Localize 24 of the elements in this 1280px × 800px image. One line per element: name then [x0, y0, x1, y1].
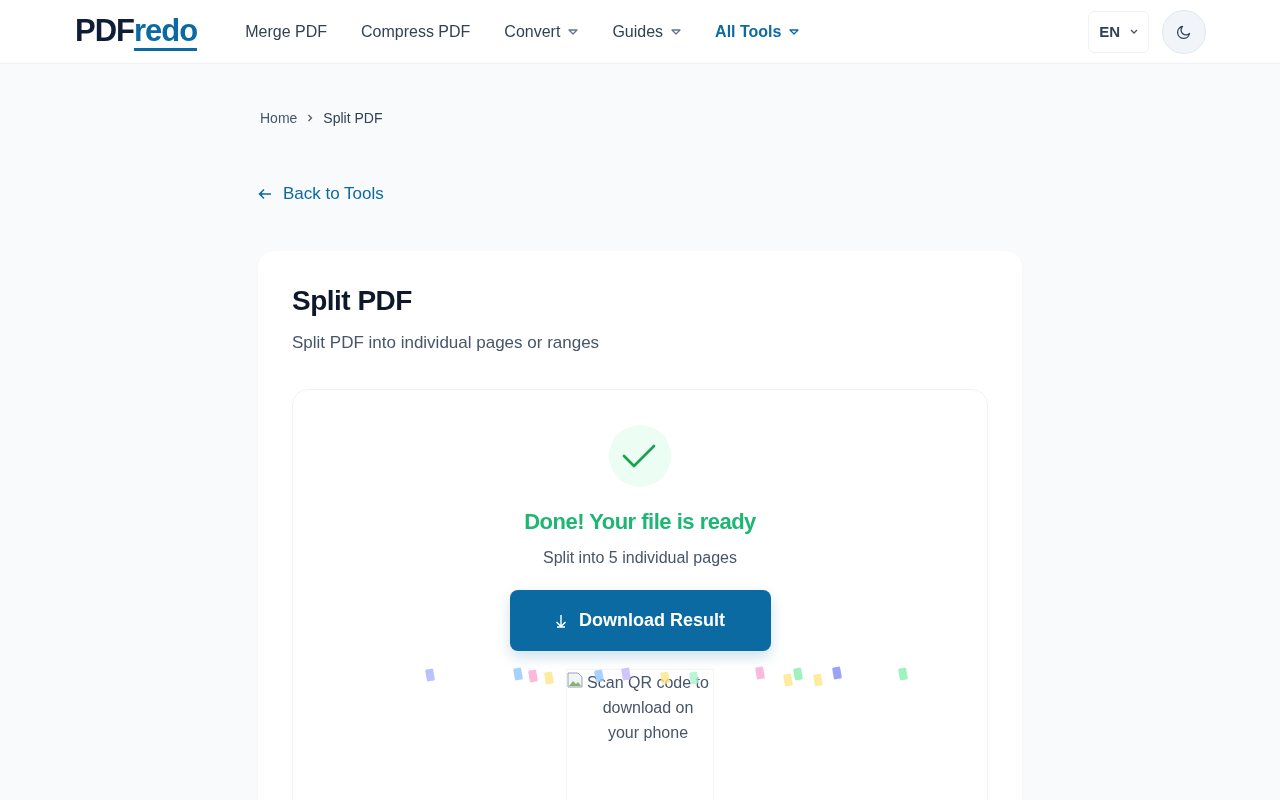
arrow-left-icon	[258, 188, 272, 200]
nav-link[interactable]: Convert	[504, 22, 579, 41]
qr-alt-text: Scan QR code to download on your phone	[586, 673, 710, 743]
theme-toggle-button[interactable]	[1162, 9, 1206, 54]
nav-link[interactable]: Guides	[612, 22, 682, 41]
nav-link[interactable]: Merge PDF	[245, 22, 327, 41]
success-heading: Done! Your file is ready	[524, 509, 756, 535]
tool-subtitle: Split PDF into individual pages or ranges	[292, 333, 601, 353]
language-selector[interactable]: EN	[1088, 10, 1149, 53]
tool-title: Split PDF	[292, 285, 413, 317]
back-link[interactable]: Back to Tools	[258, 184, 384, 204]
download-button[interactable]: Download Result	[509, 590, 771, 651]
breadcrumb-link[interactable]: Split PDF	[323, 110, 383, 126]
chevron-down-icon	[1130, 29, 1138, 34]
download-icon	[555, 613, 567, 628]
logo-text[interactable]: redo	[134, 13, 198, 51]
result-detail: Split into 5 individual pages	[543, 549, 737, 567]
breadcrumb-link[interactable]: Home	[260, 110, 298, 126]
moon-icon	[1176, 23, 1192, 40]
nav-link[interactable]: Compress PDF	[361, 22, 471, 41]
nav-link[interactable]: All Tools	[715, 22, 800, 41]
chevron-right-icon	[307, 114, 314, 122]
logo-text[interactable]: PDF	[75, 12, 134, 49]
success-check-icon	[609, 425, 671, 487]
